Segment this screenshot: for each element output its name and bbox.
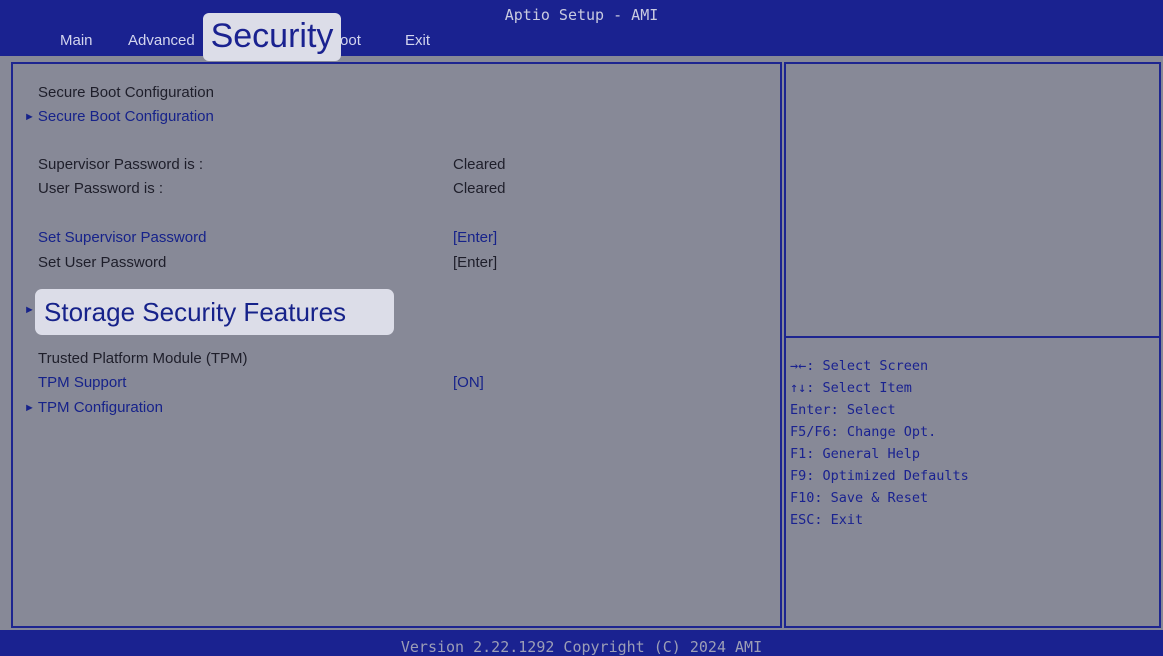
help-general-help: F1: General Help (790, 446, 921, 462)
help-save-reset: F10: Save & Reset (790, 490, 929, 506)
main-menu-panel (11, 62, 782, 628)
submenu-arrow-icon: ► (24, 304, 35, 316)
set-user-password-item[interactable]: Set User Password (38, 254, 166, 271)
version-footer: Version 2.22.1292 Copyright (C) 2024 AMI (0, 630, 1163, 656)
help-optimized-defaults: F9: Optimized Defaults (790, 468, 969, 484)
tab-security[interactable]: Security (203, 13, 341, 61)
tpm-heading: Trusted Platform Module (TPM) (38, 350, 248, 367)
app-title: Aptio Setup - AMI (504, 6, 659, 24)
tab-advanced[interactable]: Advanced (128, 32, 195, 49)
submenu-arrow-icon: ► (24, 402, 35, 414)
secure-boot-heading: Secure Boot Configuration (38, 84, 214, 101)
help-change-opt: F5/F6: Change Opt. (790, 424, 937, 440)
tab-main[interactable]: Main (60, 32, 93, 49)
submenu-arrow-icon: ► (24, 111, 35, 123)
tpm-support-item[interactable]: TPM Support (38, 374, 126, 391)
tpm-support-value[interactable]: [ON] (453, 374, 484, 391)
tpm-configuration-label: TPM Configuration (37, 399, 163, 416)
secure-boot-config-label: Secure Boot Configuration (37, 108, 214, 125)
help-select-screen: →←: Select Screen (790, 358, 929, 374)
user-password-status-value: Cleared (453, 180, 506, 197)
help-enter: Enter: Select (790, 402, 896, 418)
header-bar: Aptio Setup - AMI Main Advanced Boot Exi… (0, 0, 1163, 56)
set-supervisor-password-value[interactable]: [Enter] (453, 229, 497, 246)
tpm-configuration-item[interactable]: ► TPM Configuration (24, 399, 163, 416)
help-select-item: ↑↓: Select Item (790, 380, 912, 396)
supervisor-password-status-label: Supervisor Password is : (38, 156, 204, 173)
storage-security-features-item[interactable]: Storage Security Features (35, 289, 394, 335)
secure-boot-config-item[interactable]: ► Secure Boot Configuration (24, 108, 214, 125)
help-esc-exit: ESC: Exit (790, 512, 864, 528)
set-user-password-value[interactable]: [Enter] (453, 254, 497, 271)
tab-exit[interactable]: Exit (405, 32, 430, 49)
item-help-panel (784, 62, 1161, 338)
set-supervisor-password-item[interactable]: Set Supervisor Password (38, 229, 206, 246)
supervisor-password-status-value: Cleared (453, 156, 506, 173)
user-password-status-label: User Password is : (38, 180, 164, 197)
